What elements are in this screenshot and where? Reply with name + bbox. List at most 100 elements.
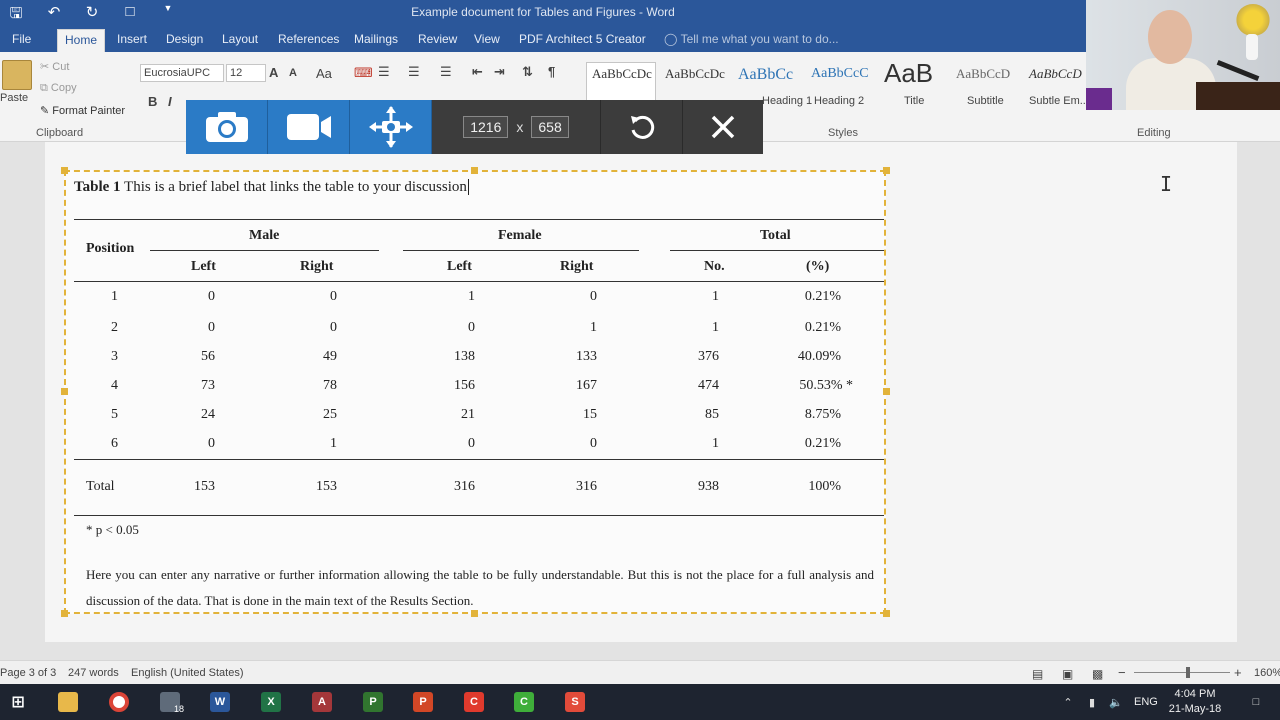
zoom-out-icon[interactable]: −	[1118, 665, 1126, 680]
screenshot-button[interactable]	[186, 100, 268, 154]
capture-toolbar: 1216 x 658	[186, 100, 763, 154]
powerpoint-icon[interactable]: P	[413, 692, 433, 712]
publisher-icon[interactable]: P	[363, 692, 383, 712]
camtasia-icon[interactable]: C	[464, 692, 484, 712]
shrink-font-icon[interactable]: A	[289, 67, 297, 79]
resize-handle-w[interactable]	[61, 388, 68, 395]
style-subtle-em-label: Subtle Em...	[1029, 95, 1089, 107]
cell-total-pct: 0.21%	[804, 320, 841, 335]
increase-indent-icon[interactable]: ⇥	[494, 64, 505, 80]
font-size-select[interactable]: 12	[226, 64, 266, 82]
file-explorer-icon[interactable]	[58, 692, 78, 712]
zoom-level[interactable]: 160%	[1254, 667, 1280, 679]
table-narrative: Here you can enter any narrative or furt…	[86, 567, 874, 608]
zoom-slider[interactable]	[1134, 672, 1230, 673]
style-heading1-swatch[interactable]: AaBbCc	[738, 66, 793, 84]
style-normal-swatch[interactable]: AaBbCcDc	[592, 66, 652, 82]
battery-icon[interactable]: ▮	[1082, 692, 1102, 712]
tell-me-search[interactable]: ◯ Tell me what you want to do...	[664, 32, 839, 46]
width-field[interactable]: 1216	[463, 116, 509, 138]
styles-group-label: Styles	[828, 127, 858, 139]
pilcrow-icon[interactable]: ¶	[548, 64, 555, 79]
clock[interactable]: 4:04 PM 21-May-18	[1160, 687, 1230, 717]
grow-font-icon[interactable]: A	[269, 65, 278, 80]
font-name-select[interactable]: EucrosiaUPC	[140, 64, 224, 82]
height-field[interactable]: 658	[531, 116, 569, 138]
mail-icon[interactable]: 18	[160, 692, 184, 714]
cell-position: 6	[111, 436, 118, 451]
resize-handle-n[interactable]	[471, 167, 478, 174]
resize-handle-sw[interactable]	[61, 610, 68, 617]
style-subtitle-swatch[interactable]: AaBbCcD	[956, 66, 1010, 82]
word-count[interactable]: 247 words	[68, 667, 119, 679]
change-case-icon[interactable]: Aa	[316, 66, 332, 81]
excel-icon[interactable]: X	[261, 692, 281, 712]
tab-view[interactable]: View	[474, 32, 500, 46]
title-bar: 🖫 ↶ ↻ □ ▼ Example document for Tables an…	[0, 0, 1086, 26]
web-layout-icon[interactable]: ▩	[1092, 667, 1103, 681]
clear-format-icon[interactable]: ⌨	[354, 65, 373, 81]
style-heading2-swatch[interactable]: AaBbCcC	[811, 66, 869, 82]
zoom-slider-thumb[interactable]	[1186, 667, 1190, 678]
style-title-swatch[interactable]: AaB	[884, 58, 933, 89]
bold-button[interactable]: B	[148, 94, 157, 109]
resize-handle-nw[interactable]	[61, 167, 68, 174]
print-layout-icon[interactable]: ▣	[1062, 667, 1073, 681]
close-capture-button[interactable]	[682, 100, 763, 154]
camtasia-green-icon[interactable]: C	[514, 692, 534, 712]
word-icon[interactable]: W	[210, 692, 230, 712]
clock-date: 21-May-18	[1168, 703, 1222, 715]
move-region-button[interactable]	[350, 100, 432, 154]
italic-button[interactable]: I	[168, 94, 172, 109]
read-mode-icon[interactable]: ▤	[1032, 667, 1043, 681]
cell-male-left: 0	[208, 289, 215, 304]
cell-male-left: 73	[201, 378, 215, 393]
page-count[interactable]: Page 3 of 3	[0, 667, 56, 679]
zoom-in-icon[interactable]: +	[1234, 665, 1242, 680]
language-indicator[interactable]: English (United States)	[131, 667, 244, 679]
tab-file[interactable]: File	[12, 32, 31, 46]
header-bottom-rule	[74, 281, 884, 282]
action-center-icon[interactable]: □	[1246, 692, 1266, 712]
text-cursor-icon: I	[1160, 172, 1173, 196]
sort-icon[interactable]: ⇅	[522, 64, 533, 80]
multilevel-list-icon[interactable]: ☰	[440, 64, 452, 80]
chrome-icon[interactable]	[109, 692, 129, 712]
resize-handle-se[interactable]	[883, 610, 890, 617]
tab-mailings[interactable]: Mailings	[354, 32, 398, 46]
copy-button[interactable]: ⧉ Copy	[40, 82, 77, 95]
style-subtle-em-swatch[interactable]: AaBbCcD	[1029, 66, 1082, 82]
access-icon[interactable]: A	[312, 692, 332, 712]
windows-start-icon[interactable]: ⊞	[8, 692, 28, 712]
volume-icon[interactable]: 🔈	[1106, 692, 1126, 712]
cell-male-left: 24	[201, 407, 215, 422]
table-caption[interactable]: Table 1 This is a brief label that links…	[74, 179, 473, 196]
tab-insert[interactable]: Insert	[117, 32, 147, 46]
bullets-icon[interactable]: ☰	[378, 64, 390, 80]
record-video-button[interactable]	[268, 100, 350, 154]
format-painter-button[interactable]: ✎ Format Painter	[40, 104, 125, 117]
tab-review[interactable]: Review	[418, 32, 457, 46]
cell-position: 4	[111, 378, 118, 393]
tab-layout[interactable]: Layout	[222, 32, 258, 46]
resize-handle-ne[interactable]	[883, 167, 890, 174]
flowers-image	[1236, 4, 1270, 36]
cut-button[interactable]: ✂ Cut	[40, 60, 69, 73]
numbering-icon[interactable]: ☰	[408, 64, 420, 80]
cell-position: 2	[111, 320, 118, 335]
ribbon-tabs: File Home Insert Design Layout Reference…	[0, 26, 1086, 52]
style-no-spacing-swatch[interactable]: AaBbCcDc	[665, 66, 725, 82]
tab-home[interactable]: Home	[57, 29, 106, 52]
cell-total-no: 474	[698, 378, 719, 393]
paste-button[interactable]: Paste	[0, 92, 28, 104]
decrease-indent-icon[interactable]: ⇤	[472, 64, 483, 80]
reset-button[interactable]	[600, 100, 682, 154]
snagit-icon[interactable]: S	[565, 692, 585, 712]
input-language[interactable]: ENG	[1134, 696, 1158, 708]
paste-icon[interactable]	[2, 60, 32, 90]
tab-design[interactable]: Design	[166, 32, 203, 46]
tray-chevron-icon[interactable]: ⌃	[1058, 692, 1078, 712]
tab-references[interactable]: References	[278, 32, 339, 46]
resize-handle-e[interactable]	[883, 388, 890, 395]
tab-pdf-architect[interactable]: PDF Architect 5 Creator	[519, 32, 646, 46]
